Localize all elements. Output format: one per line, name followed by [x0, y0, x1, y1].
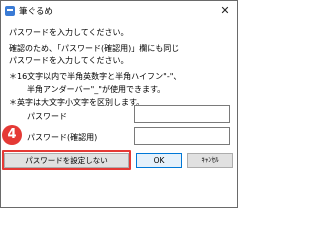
close-button[interactable]: ✕ [217, 3, 233, 18]
step-number-badge: 4 [2, 125, 22, 145]
note-line-3: ＊英字は大文字小文字を区別します。 [9, 98, 145, 107]
password-dialog: 筆ぐるめ ✕ パスワードを入力してください。 確認のため、「パスワード(確認用)… [0, 0, 238, 208]
app-icon [5, 6, 15, 16]
message-line-1: パスワードを入力してください。 [9, 28, 129, 37]
ok-button[interactable]: OK [136, 153, 182, 168]
password-label: パスワード [27, 112, 67, 121]
window-title: 筆ぐるめ [19, 7, 53, 17]
highlight-frame [2, 150, 131, 170]
confirm-password-input[interactable] [134, 127, 230, 145]
confirm-password-label: パスワード(確認用) [27, 133, 98, 142]
message-line-3: パスワードを入力してください。 [9, 56, 129, 65]
note-line-1: ＊16文字以内で半角英数字と半角ハイフン"-"、 [9, 72, 182, 81]
note-line-2: 半角アンダーバー"_"が使用できます。 [27, 85, 166, 94]
cancel-button[interactable]: ｷｬﾝｾﾙ [187, 153, 233, 168]
title-bar: 筆ぐるめ ✕ [1, 1, 237, 21]
message-line-2: 確認のため、「パスワード(確認用)」欄にも同じ [9, 44, 180, 53]
password-input[interactable] [134, 105, 230, 123]
